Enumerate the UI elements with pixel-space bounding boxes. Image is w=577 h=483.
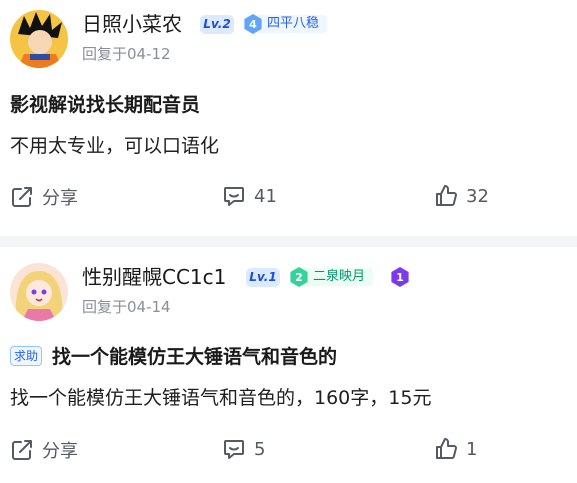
extra-badge-icon: 1 <box>391 267 409 287</box>
share-icon <box>12 440 32 460</box>
medal-badge: 4 四平八稳 <box>243 13 328 35</box>
medal-badge: 2 二泉映月 <box>289 266 374 288</box>
level-badge: Lv.1 <box>246 268 280 287</box>
comment-button[interactable]: 5 <box>222 437 265 461</box>
extra-badge: 1 <box>390 266 410 288</box>
comment-count: 41 <box>254 185 277 207</box>
post-title-text: 影视解说找长期配音员 <box>10 94 201 116</box>
reply-date: 回复于04-12 <box>82 45 171 63</box>
thumbs-up-icon <box>436 185 457 206</box>
avatar[interactable] <box>10 263 68 321</box>
share-label: 分享 <box>42 441 78 462</box>
avatar[interactable] <box>10 10 68 68</box>
post-title[interactable]: 求助 找一个能模仿王大锤语气和音色的 <box>10 344 337 370</box>
post-title-text: 找一个能模仿王大锤语气和音色的 <box>52 346 338 368</box>
medal-label: 二泉映月 <box>299 268 374 286</box>
post-card[interactable]: 日照小菜农 Lv.2 4 四平八稳 回复于04-12 影视解说找长期配音员 不用… <box>0 0 577 236</box>
medal-label: 四平八稳 <box>253 15 328 33</box>
like-button[interactable]: 32 <box>434 184 489 208</box>
like-count: 32 <box>466 185 489 207</box>
post-divider <box>0 236 577 247</box>
share-button[interactable]: 分享 <box>10 184 78 210</box>
username[interactable]: 日照小菜农 <box>82 10 182 38</box>
comment-count: 5 <box>254 438 266 460</box>
reply-date: 回复于04-14 <box>82 298 171 316</box>
comment-icon <box>224 440 244 459</box>
like-count: 1 <box>466 438 478 460</box>
level-badge: Lv.2 <box>200 15 234 34</box>
post-body[interactable]: 不用太专业，可以口语化 <box>10 133 219 159</box>
post-card[interactable]: 性别醒幌CC1c1 Lv.1 2 二泉映月 1 回复于04-14 求助 找一个能模… <box>0 247 577 483</box>
help-tag: 求助 <box>10 346 43 366</box>
share-icon <box>12 187 32 207</box>
like-button[interactable]: 1 <box>434 437 477 461</box>
username[interactable]: 性别醒幌CC1c1 <box>82 263 226 291</box>
thumbs-up-icon <box>436 438 457 459</box>
share-label: 分享 <box>42 188 78 209</box>
share-button[interactable]: 分享 <box>10 437 78 463</box>
comment-icon <box>224 187 244 206</box>
post-body[interactable]: 找一个能模仿王大锤语气和音色的，160字，15元 <box>10 385 431 411</box>
post-title[interactable]: 影视解说找长期配音员 <box>10 92 200 118</box>
comment-button[interactable]: 41 <box>222 184 277 208</box>
